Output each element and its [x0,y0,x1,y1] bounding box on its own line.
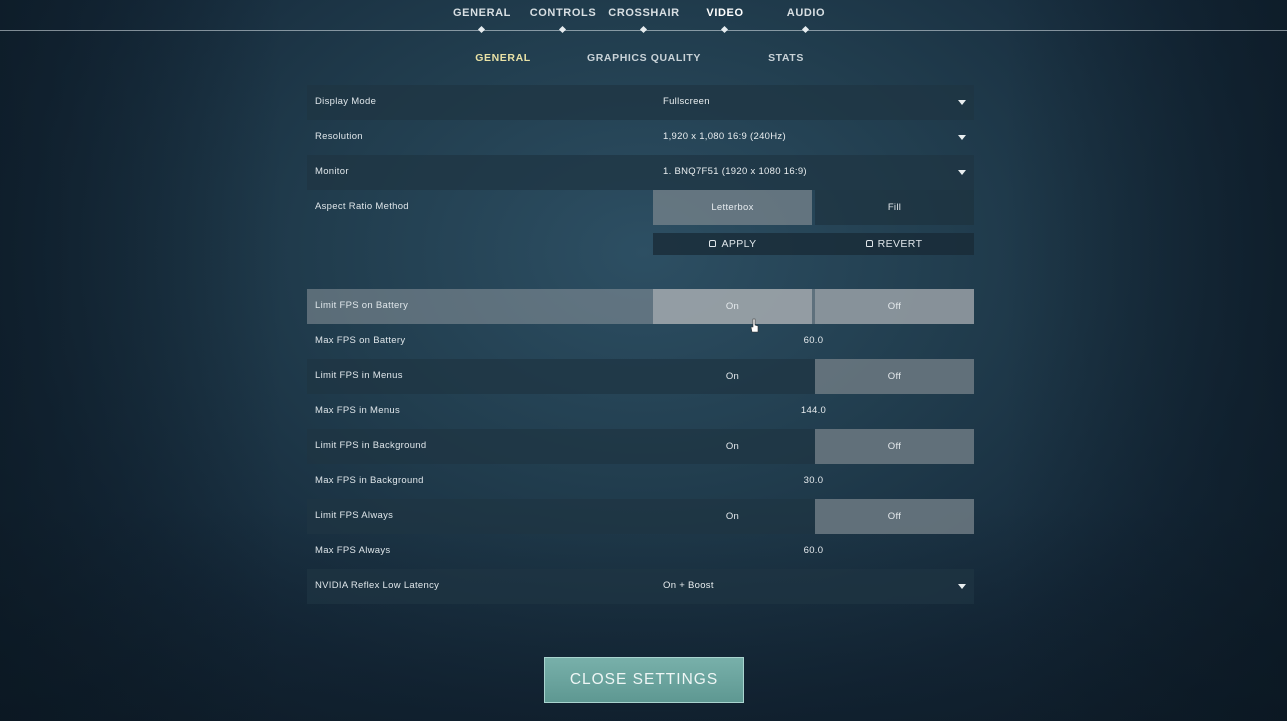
limit-fps-always-on[interactable]: On [653,499,812,534]
limit-fps-background-on[interactable]: On [653,429,812,464]
nvidia-reflex-dropdown-value[interactable]: On + Boost [663,580,714,591]
setting-label: Max FPS in Background [315,475,424,486]
chevron-down-icon[interactable] [958,584,966,589]
tab-indicator-dot [801,25,810,34]
tab-controls[interactable]: CONTROLS [530,7,597,19]
hand-cursor-icon [750,318,759,333]
setting-aspect-ratio: Aspect Ratio Method Letterbox Fill [307,190,974,225]
chevron-down-icon[interactable] [958,135,966,140]
setting-monitor[interactable]: Monitor 1. BNQ7F51 (1920 x 1080 16:9) [307,155,974,190]
apply-revert-bar: APPLY REVERT [653,233,974,255]
fill-option[interactable]: Fill [815,190,974,225]
subtab-graphics-quality[interactable]: GRAPHICS QUALITY [587,52,701,64]
display-mode-dropdown-value[interactable]: Fullscreen [663,96,710,107]
setting-label: Max FPS Always [315,545,391,556]
subtab-stats[interactable]: STATS [768,52,804,64]
letterbox-option[interactable]: Letterbox [653,190,812,225]
setting-label: Max FPS on Battery [315,335,406,346]
limit-fps-battery-off[interactable]: Off [815,289,974,324]
setting-label: Limit FPS in Background [315,440,427,451]
monitor-dropdown-value[interactable]: 1. BNQ7F51 (1920 x 1080 16:9) [663,166,807,177]
apply-button[interactable]: APPLY [653,233,813,255]
chevron-down-icon[interactable] [958,170,966,175]
setting-max-fps-background: Max FPS in Background 30.0 [307,464,974,499]
limit-fps-menus-on[interactable]: On [653,359,812,394]
lock-icon [865,240,873,247]
max-fps-menus-value[interactable]: 144.0 [653,405,974,416]
setting-nvidia-reflex[interactable]: NVIDIA Reflex Low Latency On + Boost [307,569,974,604]
setting-label: Limit FPS in Menus [315,370,403,381]
setting-label: Resolution [315,131,363,142]
limit-fps-always-off[interactable]: Off [815,499,974,534]
top-navigation: GENERAL CONTROLS CROSSHAIR VIDEO AUDIO [0,0,1287,40]
setting-limit-fps-always: Limit FPS Always On Off [307,499,974,534]
setting-max-fps-menus: Max FPS in Menus 144.0 [307,394,974,429]
setting-label: Max FPS in Menus [315,405,401,416]
subtab-general[interactable]: GENERAL [475,52,531,64]
max-fps-background-value[interactable]: 30.0 [653,475,974,486]
tab-general[interactable]: GENERAL [453,7,511,19]
tab-indicator-dot [639,25,648,34]
limit-fps-menus-off[interactable]: Off [815,359,974,394]
setting-max-fps-battery: Max FPS on Battery 60.0 [307,324,974,359]
tab-video[interactable]: VIDEO [706,7,743,19]
max-fps-battery-value[interactable]: 60.0 [653,335,974,346]
tab-indicator-dot [558,25,567,34]
limit-fps-background-off[interactable]: Off [815,429,974,464]
setting-resolution[interactable]: Resolution 1,920 x 1,080 16:9 (240Hz) [307,120,974,155]
lock-icon [709,240,717,247]
tab-audio[interactable]: AUDIO [787,7,825,19]
setting-label: Limit FPS Always [315,510,394,521]
setting-max-fps-always: Max FPS Always 60.0 [307,534,974,569]
setting-label: Monitor [315,166,349,177]
tab-crosshair[interactable]: CROSSHAIR [608,7,679,19]
tab-indicator-dot [477,25,486,34]
close-settings-button[interactable]: CLOSE SETTINGS [544,657,744,703]
limit-fps-battery-on[interactable]: On [653,289,812,324]
setting-display-mode[interactable]: Display Mode Fullscreen [307,85,974,120]
setting-label: Limit FPS on Battery [315,300,409,311]
tab-indicator-dot [720,25,729,34]
max-fps-always-value[interactable]: 60.0 [653,545,974,556]
setting-label: NVIDIA Reflex Low Latency [315,580,440,591]
setting-label: Display Mode [315,96,377,107]
revert-label: REVERT [877,238,923,250]
apply-label: APPLY [721,238,757,250]
revert-button[interactable]: REVERT [814,233,974,255]
resolution-dropdown-value[interactable]: 1,920 x 1,080 16:9 (240Hz) [663,131,786,142]
setting-limit-fps-battery: Limit FPS on Battery On Off [307,289,974,324]
setting-limit-fps-background: Limit FPS in Background On Off [307,429,974,464]
setting-limit-fps-menus: Limit FPS in Menus On Off [307,359,974,394]
chevron-down-icon[interactable] [958,100,966,105]
setting-label: Aspect Ratio Method [315,201,409,212]
